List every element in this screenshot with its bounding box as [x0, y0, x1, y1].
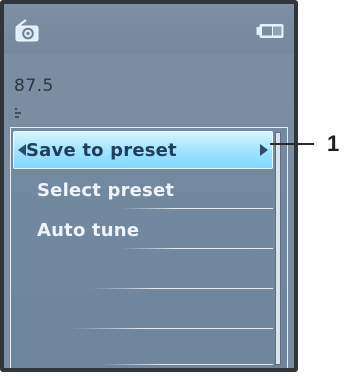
- menu-divider: [121, 208, 273, 209]
- arrow-left-icon: [18, 144, 26, 156]
- mp3-player-screen: 87.5 Save to preset Select preset Auto t…: [0, 0, 298, 372]
- radio-icon: [15, 19, 39, 42]
- status-bar: [4, 4, 294, 54]
- menu-item-label: Save to preset: [26, 139, 177, 161]
- menu-item-auto-tune[interactable]: Auto tune: [11, 210, 263, 250]
- menu-item-select-preset[interactable]: Select preset: [11, 170, 263, 210]
- callout-line: [270, 143, 314, 145]
- menu-divider: [71, 328, 273, 329]
- menu-divider: [91, 288, 273, 289]
- arrow-right-icon: [260, 144, 268, 156]
- menu-item-label: Select preset: [37, 179, 175, 201]
- frequency-readout: 87.5: [14, 76, 54, 96]
- battery-icon: [256, 24, 284, 38]
- options-menu: Save to preset Select preset Auto tune: [10, 127, 288, 368]
- signal-icon: [15, 108, 21, 118]
- callout-number: 1: [327, 131, 340, 156]
- menu-scrollbar[interactable]: [275, 132, 281, 365]
- menu-item-save-to-preset[interactable]: Save to preset: [13, 131, 273, 169]
- menu-item-label: Auto tune: [37, 219, 140, 241]
- menu-divider: [121, 248, 273, 249]
- menu-divider: [101, 364, 273, 365]
